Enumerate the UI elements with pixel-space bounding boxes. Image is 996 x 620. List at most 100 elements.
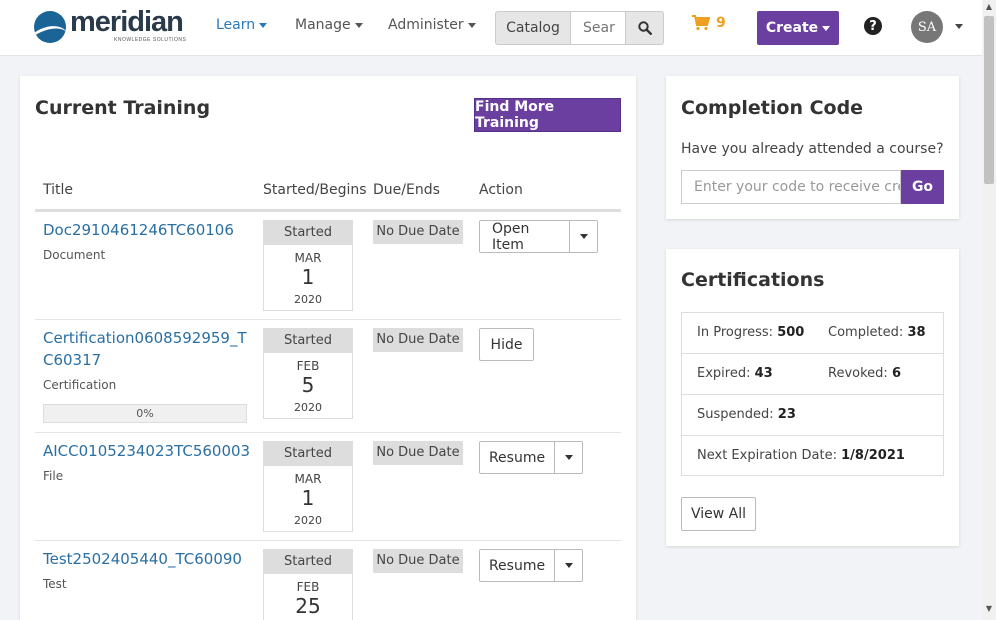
create-button-label: Create	[765, 20, 819, 36]
date-status: Started	[264, 221, 352, 245]
cert-revoked-value: 6	[891, 366, 901, 381]
training-type: Document	[43, 248, 106, 262]
column-header-action: Action	[479, 182, 523, 198]
action-button-group: Open Item	[479, 220, 598, 253]
training-type: Certification	[43, 378, 117, 392]
due-date-badge: No Due Date	[373, 328, 463, 352]
due-date-badge: No Due Date	[373, 220, 463, 244]
cert-completed: Completed: 38	[828, 325, 926, 340]
cert-expired-value: 43	[754, 366, 773, 381]
training-title-link[interactable]: Certification0608592959_TC60317	[43, 327, 253, 371]
cert-completed-value: 38	[907, 325, 926, 340]
date-status: Started	[264, 329, 352, 353]
certifications-panel: Certifications In Progress: 500 Complete…	[666, 249, 959, 546]
date-day: 1	[301, 265, 315, 289]
chevron-down-icon[interactable]	[955, 24, 963, 29]
search-icon	[637, 21, 652, 35]
started-date-box: Started FEB 5 2020	[263, 328, 353, 419]
catalog-search-button[interactable]	[626, 11, 664, 45]
column-header-title: Title	[43, 182, 74, 198]
scroll-thumb[interactable]	[984, 16, 994, 184]
cart-button[interactable]: 9	[692, 15, 726, 31]
cert-suspended-label: Suspended:	[697, 407, 774, 422]
create-button[interactable]: Create	[757, 11, 839, 45]
progress-bar: 0%	[43, 404, 247, 423]
action-button-group: Resume	[479, 549, 583, 582]
chevron-down-icon	[579, 234, 588, 239]
catalog-button[interactable]: Catalog	[495, 11, 570, 45]
resume-button[interactable]: Resume	[479, 549, 555, 582]
scroll-down-icon[interactable]: ▼	[982, 604, 996, 616]
training-title-link[interactable]: Test2502405440_TC60090	[43, 548, 253, 570]
logo-wordmark: meridian	[70, 6, 184, 38]
logo-mark-icon	[34, 11, 66, 43]
cert-completed-label: Completed:	[828, 325, 904, 340]
help-icon[interactable]: ?	[864, 17, 882, 35]
certifications-summary: In Progress: 500 Completed: 38 Expired: …	[681, 312, 944, 476]
nav-learn-label: Learn	[216, 17, 256, 33]
go-button[interactable]: Go	[901, 170, 944, 204]
date-day: 25	[295, 594, 321, 618]
cert-expired: Expired: 43	[697, 366, 773, 381]
completion-code-title: Completion Code	[681, 97, 864, 119]
catalog-search-input[interactable]	[570, 11, 626, 45]
row-divider	[35, 319, 621, 320]
due-date-badge: No Due Date	[373, 441, 463, 465]
nav-learn[interactable]: Learn	[216, 17, 268, 33]
chevron-down-icon	[564, 563, 573, 568]
action-dropdown-toggle[interactable]	[555, 549, 583, 582]
column-header-due: Due/Ends	[373, 182, 440, 198]
chevron-down-icon	[467, 22, 476, 28]
started-date-box: Started MAR 1 2020	[263, 441, 353, 532]
training-title-link[interactable]: Doc2910461246TC60106	[43, 219, 253, 241]
started-date-box: Started FEB 25	[263, 549, 353, 620]
cert-in-progress-label: In Progress:	[697, 325, 774, 340]
date-month: FEB	[296, 359, 320, 373]
completion-code-panel: Completion Code Have you already attende…	[666, 76, 959, 219]
cert-suspended-value: 23	[777, 407, 796, 422]
date-month: MAR	[294, 251, 322, 265]
cert-next-expiration-value: 1/8/2021	[841, 448, 905, 463]
hide-button[interactable]: Hide	[479, 328, 534, 361]
current-training-panel: Current Training Find More Training Titl…	[20, 76, 636, 620]
scroll-up-icon[interactable]: ▲	[982, 2, 996, 14]
nav-administer-label: Administer	[388, 17, 464, 33]
table-header-divider	[35, 209, 621, 212]
open-item-button[interactable]: Open Item	[479, 220, 570, 253]
cert-next-expiration: Next Expiration Date: 1/8/2021	[697, 448, 905, 463]
nav-manage[interactable]: Manage	[295, 17, 363, 33]
resume-button[interactable]: Resume	[479, 441, 555, 474]
date-year: 2020	[294, 293, 322, 306]
date-day: 5	[301, 373, 315, 397]
logo-tagline: KNOWLEDGE SOLUTIONS	[114, 37, 187, 43]
cert-row: Suspended: 23	[682, 395, 943, 436]
date-status: Started	[264, 442, 352, 466]
cert-row: In Progress: 500 Completed: 38	[682, 313, 943, 354]
chevron-down-icon	[354, 22, 363, 28]
action-button-group: Hide	[479, 328, 534, 361]
action-dropdown-toggle[interactable]	[570, 220, 598, 253]
nav-administer[interactable]: Administer	[388, 17, 476, 33]
cert-revoked-label: Revoked:	[828, 366, 888, 381]
action-dropdown-toggle[interactable]	[555, 441, 583, 474]
find-more-training-button[interactable]: Find More Training	[474, 98, 621, 132]
training-type: Test	[43, 577, 67, 591]
date-year: 2020	[294, 514, 322, 527]
avatar[interactable]: SA	[911, 11, 943, 43]
column-header-started: Started/Begins	[263, 182, 367, 198]
date-status: Started	[264, 550, 352, 574]
started-date-box: Started MAR 1 2020	[263, 220, 353, 311]
certifications-title: Certifications	[681, 269, 825, 291]
view-all-button[interactable]: View All	[681, 497, 756, 531]
top-navbar: meridian KNOWLEDGE SOLUTIONS Learn Manag…	[0, 0, 982, 56]
cert-row: Next Expiration Date: 1/8/2021	[682, 436, 943, 477]
training-type: File	[43, 469, 64, 483]
page-scrollbar[interactable]: ▲ ▼	[982, 0, 996, 620]
completion-code-input[interactable]: Enter your code to receive cred	[681, 170, 901, 204]
shopping-cart-icon	[692, 15, 710, 31]
cert-in-progress: In Progress: 500	[697, 325, 804, 340]
cert-row: Expired: 43 Revoked: 6	[682, 354, 943, 395]
training-title-link[interactable]: AICC0105234023TC560003	[43, 440, 253, 462]
completion-code-prompt: Have you already attended a course?	[681, 141, 944, 157]
action-button-group: Resume	[479, 441, 583, 474]
